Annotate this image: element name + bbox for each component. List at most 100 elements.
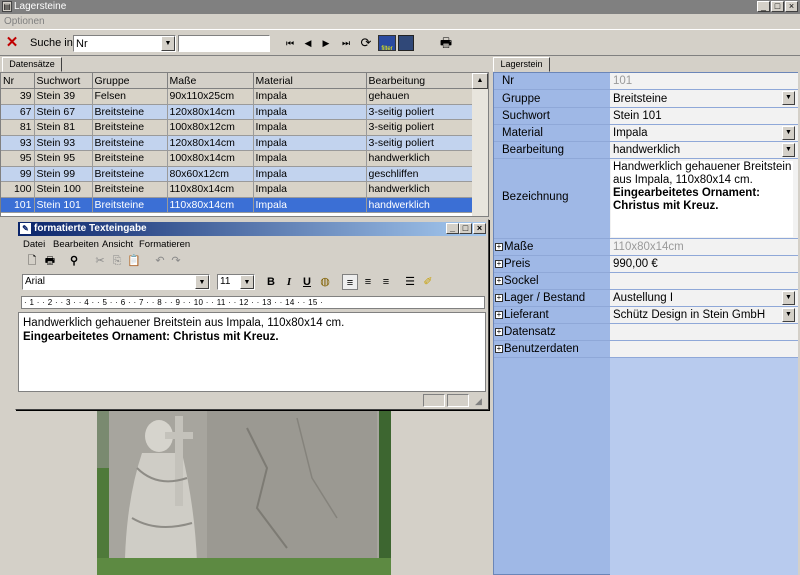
cell-nr[interactable]: 95 <box>1 150 35 167</box>
cell-bearbeitung[interactable]: handwerklich <box>366 181 475 198</box>
first-record-icon[interactable]: ⏮ <box>282 35 298 51</box>
cell-bearbeitung[interactable]: handwerklich <box>366 150 475 167</box>
column-header-gruppe[interactable]: Gruppe <box>92 73 168 89</box>
cell-bearbeitung[interactable]: 3-seitig poliert <box>366 135 475 151</box>
expand-icon[interactable]: + <box>495 242 503 251</box>
cell-masse[interactable]: 120x80x14cm <box>167 104 254 120</box>
text-editor[interactable]: Handwerklich gehauener Breitstein aus Im… <box>18 312 486 392</box>
cell-material[interactable]: Impala <box>253 135 367 151</box>
cell-suchwort[interactable]: Stein 81 <box>34 119 93 136</box>
undo-icon[interactable]: ↶ <box>152 253 168 269</box>
font-size-select[interactable]: 11 ▼ <box>217 274 255 290</box>
cut-icon[interactable]: ✂ <box>92 253 108 269</box>
chevron-down-icon[interactable]: ▼ <box>782 291 795 305</box>
color-icon[interactable]: ◍ <box>317 274 333 290</box>
expand-icon[interactable]: + <box>495 327 503 336</box>
find-icon[interactable]: ⚲ <box>66 253 82 269</box>
cell-gruppe[interactable]: Breitsteine <box>92 104 168 120</box>
underline-button[interactable]: U <box>299 274 315 290</box>
new-document-icon[interactable]: 🗋 <box>24 253 40 269</box>
cell-suchwort[interactable]: Stein 93 <box>34 135 93 151</box>
expand-icon[interactable]: + <box>495 259 503 268</box>
cell-material[interactable]: Impala <box>253 119 367 136</box>
chevron-down-icon[interactable]: ▼ <box>782 308 795 322</box>
cell-nr[interactable]: 39 <box>1 88 35 105</box>
cell-suchwort[interactable]: Stein 100 <box>34 181 93 198</box>
suchwort-input[interactable]: Stein 101 <box>613 110 662 122</box>
cell-nr[interactable]: 100 <box>1 181 35 198</box>
expand-icon[interactable]: + <box>495 344 503 353</box>
material-select[interactable]: Impala <box>613 127 648 139</box>
cell-nr[interactable]: 99 <box>1 166 35 182</box>
cell-nr[interactable]: 93 <box>1 135 35 151</box>
column-header-nr[interactable]: Nr <box>1 73 35 89</box>
cell-masse[interactable]: 100x80x12cm <box>167 119 254 136</box>
column-header-masse[interactable]: Maße <box>167 73 254 89</box>
search-input[interactable] <box>178 35 270 52</box>
cell-material[interactable]: Impala <box>253 88 367 105</box>
table-row[interactable]: 95 Stein 95 Breitsteine 100x80x14cm Impala ha… <box>1 150 475 167</box>
maximize-button[interactable]: □ <box>771 1 784 12</box>
gruppe-select[interactable]: Breitsteine <box>613 93 667 105</box>
cell-masse[interactable]: 120x80x14cm <box>167 135 254 151</box>
table-row[interactable]: 67 Stein 67 Breitsteine 120x80x14cm Impala 3-… <box>1 104 475 120</box>
lager-select[interactable]: Austellung I <box>613 292 673 304</box>
tab-records[interactable]: Datensätze <box>2 57 62 72</box>
redo-icon[interactable]: ↷ <box>168 253 184 269</box>
chevron-down-icon[interactable]: ▼ <box>240 275 254 289</box>
align-center-icon[interactable]: ≡ <box>360 274 376 290</box>
cell-masse[interactable]: 110x80x14cm <box>167 197 254 213</box>
menu-ansicht[interactable]: Ansicht <box>102 239 133 250</box>
paste-icon[interactable]: 📋 <box>126 253 142 269</box>
bullet-list-icon[interactable]: ☰ <box>402 274 418 290</box>
delete-icon[interactable]: ✕ <box>4 35 20 51</box>
cell-gruppe[interactable]: Felsen <box>92 88 168 105</box>
cell-suchwort[interactable]: Stein 99 <box>34 166 93 182</box>
dialog-close-button[interactable]: × <box>473 223 486 234</box>
cell-gruppe[interactable]: Breitsteine <box>92 181 168 198</box>
cell-material[interactable]: Impala <box>253 104 367 120</box>
chevron-down-icon[interactable]: ▼ <box>161 36 175 51</box>
prev-record-icon[interactable]: ◀ <box>300 35 316 51</box>
cell-gruppe[interactable]: Breitsteine <box>92 150 168 167</box>
preis-value[interactable]: 990,00 € <box>613 258 658 270</box>
cell-material[interactable]: Impala <box>253 197 367 213</box>
font-select[interactable]: Arial ▼ <box>22 274 210 290</box>
cell-gruppe[interactable]: Breitsteine <box>92 119 168 136</box>
menu-options[interactable]: Optionen <box>4 16 45 27</box>
dialog-minimize-button[interactable]: _ <box>446 223 459 234</box>
close-button[interactable]: × <box>785 1 798 12</box>
menu-datei[interactable]: Datei <box>23 239 45 250</box>
table-row[interactable]: 81 Stein 81 Breitsteine 100x80x12cm Impala 3-… <box>1 119 475 136</box>
menu-formatieren[interactable]: Formatieren <box>139 239 190 250</box>
expand-icon[interactable]: + <box>495 310 503 319</box>
table-row[interactable]: 93 Stein 93 Breitsteine 120x80x14cm Impala 3-… <box>1 135 475 151</box>
menu-bearbeiten[interactable]: Bearbeiten <box>53 239 99 250</box>
table-row[interactable]: 39 Stein 39 Felsen 90x110x25cm Impala gehauen <box>1 88 475 105</box>
expand-icon[interactable]: + <box>495 293 503 302</box>
cell-masse[interactable]: 90x110x25cm <box>167 88 254 105</box>
chevron-down-icon[interactable]: ▼ <box>195 275 209 289</box>
chevron-down-icon[interactable]: ▼ <box>782 91 795 105</box>
cell-material[interactable]: Impala <box>253 150 367 167</box>
copy-icon[interactable]: ⎘ <box>109 253 125 269</box>
cell-bearbeitung[interactable]: gehauen <box>366 88 475 105</box>
cell-bearbeitung[interactable]: geschliffen <box>366 166 475 182</box>
chevron-down-icon[interactable]: ▼ <box>782 143 795 157</box>
bezeichnung-textarea[interactable]: Handwerklich gehauener Breitstein aus Im… <box>611 161 793 237</box>
grid-scrollbar[interactable]: ▲ <box>472 73 488 216</box>
align-left-icon[interactable]: ≡ <box>342 274 358 290</box>
scroll-up-icon[interactable]: ▲ <box>472 73 488 89</box>
lieferant-select[interactable]: Schütz Design in Stein GmbH <box>613 309 765 321</box>
table-row[interactable]: 100 Stein 100 Breitsteine 110x80x14cm Impala… <box>1 181 475 198</box>
cell-suchwort[interactable]: Stein 101 <box>34 197 93 213</box>
tab-stone[interactable]: Lagerstein <box>493 57 550 72</box>
cell-gruppe[interactable]: Breitsteine <box>92 135 168 151</box>
print-icon[interactable]: 🖶 <box>42 253 58 269</box>
cell-nr[interactable]: 81 <box>1 119 35 136</box>
cell-suchwort[interactable]: Stein 95 <box>34 150 93 167</box>
print-icon[interactable]: 🖶 <box>438 35 454 51</box>
expand-icon[interactable]: + <box>495 276 503 285</box>
next-record-icon[interactable]: ▶ <box>318 35 334 51</box>
search-field-select[interactable]: Nr ▼ <box>73 35 176 52</box>
